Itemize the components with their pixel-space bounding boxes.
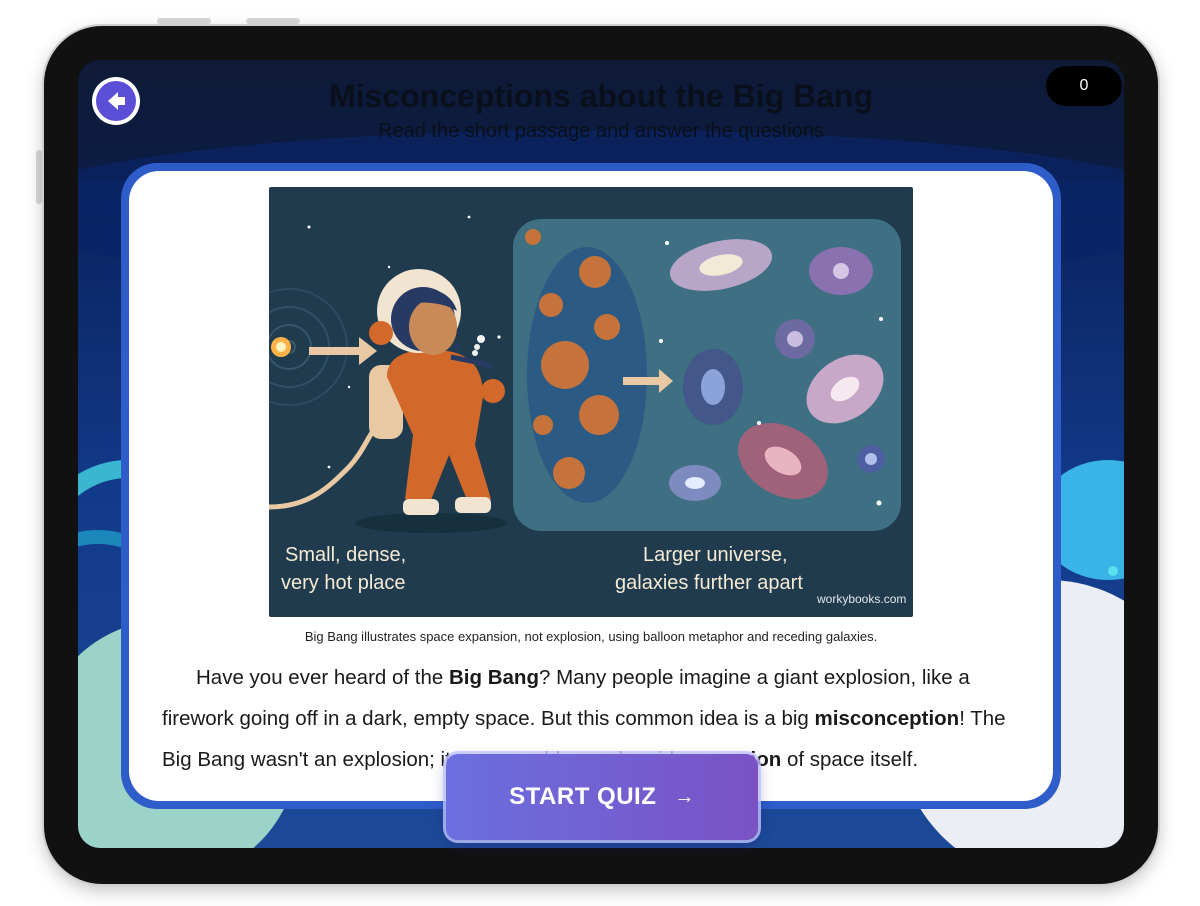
passage-card-frame: Small, dense, very hot place Larger univ…: [121, 163, 1061, 809]
volume-button-top: [157, 18, 211, 24]
side-button: [36, 150, 42, 204]
app-screen: Misconceptions about the Big Bang Read t…: [78, 60, 1124, 848]
arrow-right-icon: →: [674, 785, 695, 808]
figure-watermark: workybooks.com: [816, 592, 906, 606]
passage-keyword: Big Bang: [449, 666, 539, 689]
passage-keyword: misconception: [814, 707, 960, 730]
score-counter: 0: [1046, 66, 1122, 106]
big-bang-illustration: Small, dense, very hot place Larger univ…: [269, 187, 913, 617]
back-button[interactable]: [92, 77, 140, 125]
figure-label-left-2: very hot place: [281, 572, 406, 594]
passage-card[interactable]: Small, dense, very hot place Larger univ…: [129, 171, 1053, 801]
figure-label-left-1: Small, dense,: [285, 544, 406, 566]
passage-segment: Have you ever heard of the: [196, 666, 449, 689]
figure-caption: Big Bang illustrates space expansion, no…: [304, 629, 878, 644]
decorative-dot: [1108, 566, 1118, 576]
figure-label-right-2: galaxies further apart: [615, 572, 803, 594]
start-quiz-button[interactable]: START QUIZ →: [446, 754, 758, 840]
start-quiz-label: START QUIZ: [509, 783, 657, 810]
page-subtitle: Read the short passage and answer the qu…: [378, 120, 824, 142]
page-title: Misconceptions about the Big Bang: [328, 78, 873, 114]
arrow-left-icon: [96, 81, 136, 121]
figure-label-right-1: Larger universe,: [643, 544, 788, 566]
power-button-top: [246, 18, 300, 24]
passage-segment: of space itself.: [781, 748, 919, 771]
